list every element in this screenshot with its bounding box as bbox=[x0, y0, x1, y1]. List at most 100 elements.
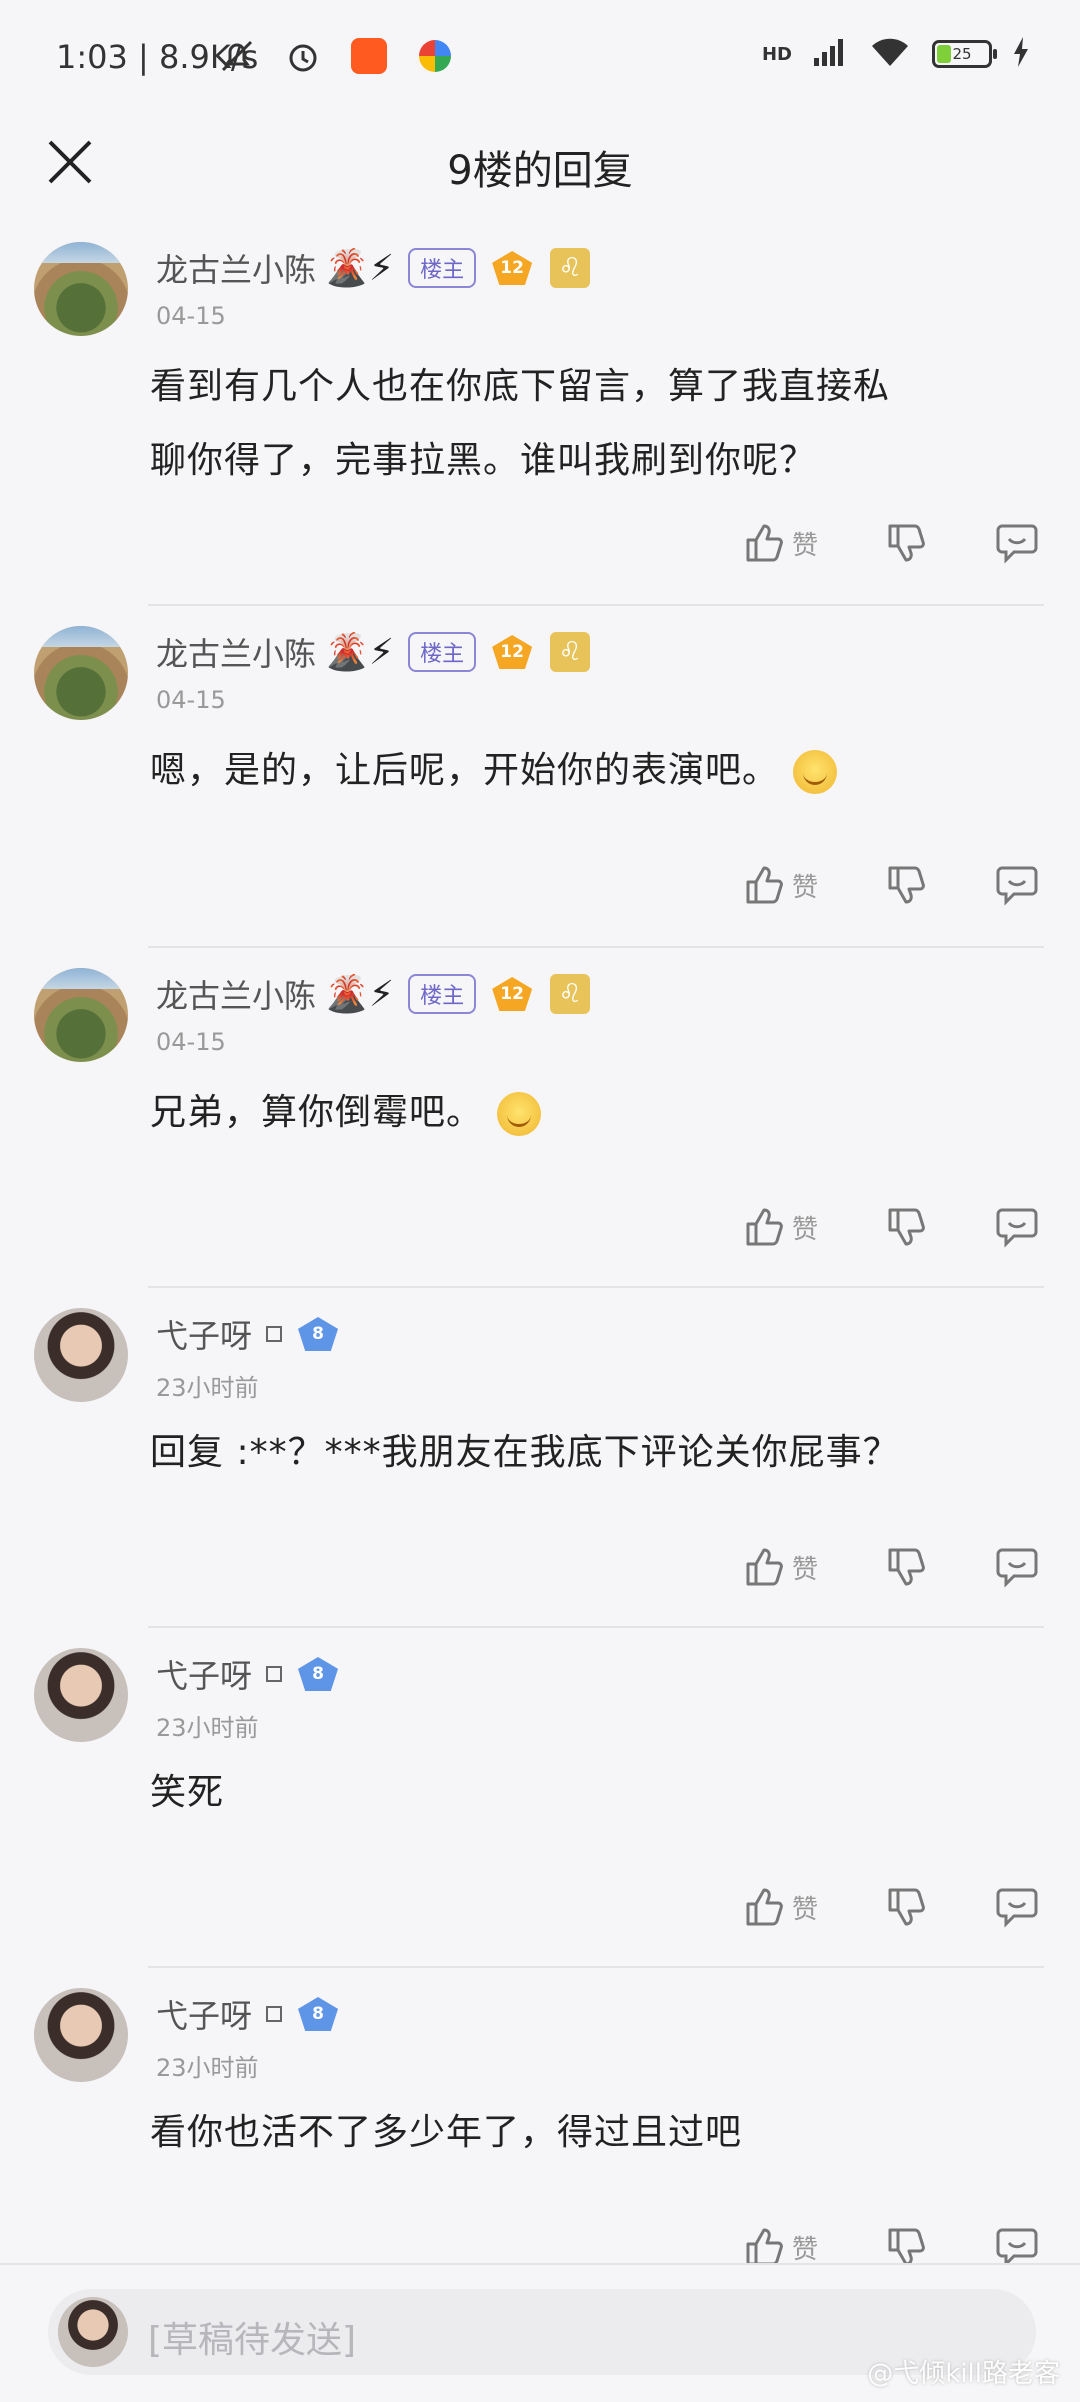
header: 9楼的回复 bbox=[0, 120, 1080, 204]
thumbs-up-icon bbox=[746, 1888, 783, 1926]
thumbs-up-icon bbox=[746, 1548, 783, 1586]
owner-tag: 楼主 bbox=[408, 974, 477, 1014]
like-button[interactable]: 赞 bbox=[742, 520, 842, 566]
reply-input-placeholder: [草稿待发送] bbox=[148, 2320, 357, 2361]
actions: 赞 bbox=[742, 1204, 1040, 1250]
network-type: HD bbox=[761, 43, 792, 65]
timestamp: 04-15 bbox=[156, 1028, 226, 1056]
reply-text: 笑死 bbox=[150, 1756, 1040, 1830]
status-bar: 1:03 | 8.9K/s HD 25 bbox=[0, 0, 1080, 120]
avatar[interactable] bbox=[34, 1648, 128, 1742]
reply-text-line: 回复 :**？***我朋友在我底下评论关你屁事？ bbox=[150, 1432, 900, 1473]
username[interactable]: 龙古兰小陈 bbox=[156, 629, 316, 675]
timestamp: 04-15 bbox=[156, 302, 226, 330]
reply-text: 看到有几个人也在你底下留言，算了我直接私 聊你得了，完事拉黑。谁叫我刷到你呢？ bbox=[150, 350, 1040, 498]
dislike-button[interactable] bbox=[884, 520, 930, 566]
like-button[interactable]: 赞 bbox=[742, 1204, 842, 1250]
reply-text-line: 兄弟，算你倒霉吧。 bbox=[150, 1092, 484, 1133]
charging-icon bbox=[1012, 37, 1030, 71]
like-label: 赞 bbox=[792, 1894, 819, 1925]
user-info: 龙古兰小陈 🌋⚡ 楼主 12 ♌ bbox=[156, 626, 591, 678]
owner-tag: 楼主 bbox=[408, 632, 477, 672]
like-button[interactable]: 赞 bbox=[742, 862, 842, 908]
battery-level: 25 bbox=[952, 45, 972, 63]
avatar bbox=[58, 2297, 128, 2367]
timestamp: 04-15 bbox=[156, 686, 226, 714]
comment-button[interactable] bbox=[994, 520, 1040, 566]
page-title: 9楼的回复 bbox=[447, 148, 633, 194]
comment-button[interactable] bbox=[994, 1884, 1040, 1930]
level-badge: 8 bbox=[298, 1997, 339, 2031]
comment-icon bbox=[996, 866, 1038, 906]
level-badge: 8 bbox=[298, 1317, 339, 1351]
username[interactable]: 弋子呀 bbox=[156, 1991, 252, 2037]
actions: 赞 bbox=[742, 520, 1040, 566]
like-label: 赞 bbox=[792, 530, 819, 561]
actions: 赞 bbox=[742, 1884, 1040, 1930]
level-badge: 12 bbox=[492, 635, 533, 669]
zodiac-icon: ♌ bbox=[550, 974, 591, 1014]
user-info: 弋子呀 8 bbox=[156, 1308, 339, 1360]
reply-text-line: 嗯，是的，让后呢，开始你的表演吧。 bbox=[150, 750, 780, 791]
avatar[interactable] bbox=[34, 1988, 128, 2082]
wifi-icon bbox=[868, 36, 912, 72]
comment-button[interactable] bbox=[994, 862, 1040, 908]
timestamp: 23小时前 bbox=[156, 1374, 259, 1402]
thumbs-down-icon bbox=[888, 866, 925, 904]
thumbs-down-icon bbox=[888, 1888, 925, 1926]
notification-icons bbox=[215, 34, 457, 78]
reply-text-line: 聊你得了，完事拉黑。谁叫我刷到你呢？ bbox=[150, 440, 817, 481]
status-right: HD 25 bbox=[762, 36, 1030, 72]
dislike-button[interactable] bbox=[884, 1884, 930, 1930]
level-badge: 12 bbox=[492, 251, 533, 285]
username[interactable]: 弋子呀 bbox=[156, 1311, 252, 1357]
actions: 赞 bbox=[742, 862, 1040, 908]
thumbs-down-icon bbox=[888, 1548, 925, 1586]
like-label: 赞 bbox=[792, 2234, 819, 2265]
list-item: 龙古兰小陈 🌋⚡ 楼主 12 ♌ 04-15 兄弟，算你倒霉吧。 赞 bbox=[0, 948, 1080, 1288]
signal-icon bbox=[812, 36, 848, 72]
thumbs-up-icon bbox=[746, 866, 783, 904]
list-item: 龙古兰小陈 🌋⚡ 楼主 12 ♌ 04-15 嗯，是的，让后呢，开始你的表演吧。… bbox=[0, 606, 1080, 948]
like-button[interactable]: 赞 bbox=[742, 1884, 842, 1930]
reply-text: 嗯，是的，让后呢，开始你的表演吧。 bbox=[150, 734, 1040, 808]
battery-icon: 25 bbox=[932, 40, 997, 68]
comment-button[interactable] bbox=[994, 1544, 1040, 1590]
list-item: 弋子呀 8 23小时前 笑死 赞 bbox=[0, 1628, 1080, 1968]
user-info: 弋子呀 8 bbox=[156, 1988, 339, 2040]
comment-icon bbox=[996, 1208, 1038, 1248]
zodiac-icon: ♌ bbox=[550, 248, 591, 288]
avatar[interactable] bbox=[34, 626, 128, 720]
thumbs-down-icon bbox=[888, 524, 925, 562]
dislike-button[interactable] bbox=[884, 862, 930, 908]
user-info: 弋子呀 8 bbox=[156, 1648, 339, 1700]
avatar[interactable] bbox=[34, 242, 128, 336]
kuaishou-icon bbox=[347, 34, 391, 78]
like-label: 赞 bbox=[792, 872, 819, 903]
reply-text: 兄弟，算你倒霉吧。 bbox=[150, 1076, 1040, 1150]
username[interactable]: 龙古兰小陈 bbox=[156, 245, 316, 291]
username[interactable]: 龙古兰小陈 bbox=[156, 971, 316, 1017]
comment-icon bbox=[996, 524, 1038, 564]
user-info: 龙古兰小陈 🌋⚡ 楼主 12 ♌ bbox=[156, 242, 591, 294]
reply-list: 龙古兰小陈 🌋⚡ 楼主 12 ♌ 04-15 看到有几个人也在你底下留言，算了我… bbox=[0, 222, 1080, 2268]
level-badge: 8 bbox=[298, 1657, 339, 1691]
dislike-button[interactable] bbox=[884, 1544, 930, 1590]
user-emoji: 🌋⚡ bbox=[324, 248, 395, 289]
smile-emoji-icon bbox=[497, 1092, 542, 1136]
bottom-bar: [草稿待发送] @弋倾kill路老客 bbox=[0, 2263, 1080, 2402]
username[interactable]: 弋子呀 bbox=[156, 1651, 252, 1697]
like-label: 赞 bbox=[792, 1214, 819, 1245]
avatar[interactable] bbox=[34, 968, 128, 1062]
like-button[interactable]: 赞 bbox=[742, 1544, 842, 1590]
comment-button[interactable] bbox=[994, 1204, 1040, 1250]
comment-icon bbox=[996, 1548, 1038, 1588]
list-item: 弋子呀 8 23小时前 看你也活不了多少年了，得过且过吧 赞 bbox=[0, 1968, 1080, 2268]
thumbs-down-icon bbox=[888, 1208, 925, 1246]
colorful-app-icon bbox=[413, 34, 457, 78]
like-label: 赞 bbox=[792, 1554, 819, 1585]
timestamp: 23小时前 bbox=[156, 2054, 259, 2082]
avatar[interactable] bbox=[34, 1308, 128, 1402]
dislike-button[interactable] bbox=[884, 1204, 930, 1250]
owner-tag: 楼主 bbox=[408, 248, 477, 288]
